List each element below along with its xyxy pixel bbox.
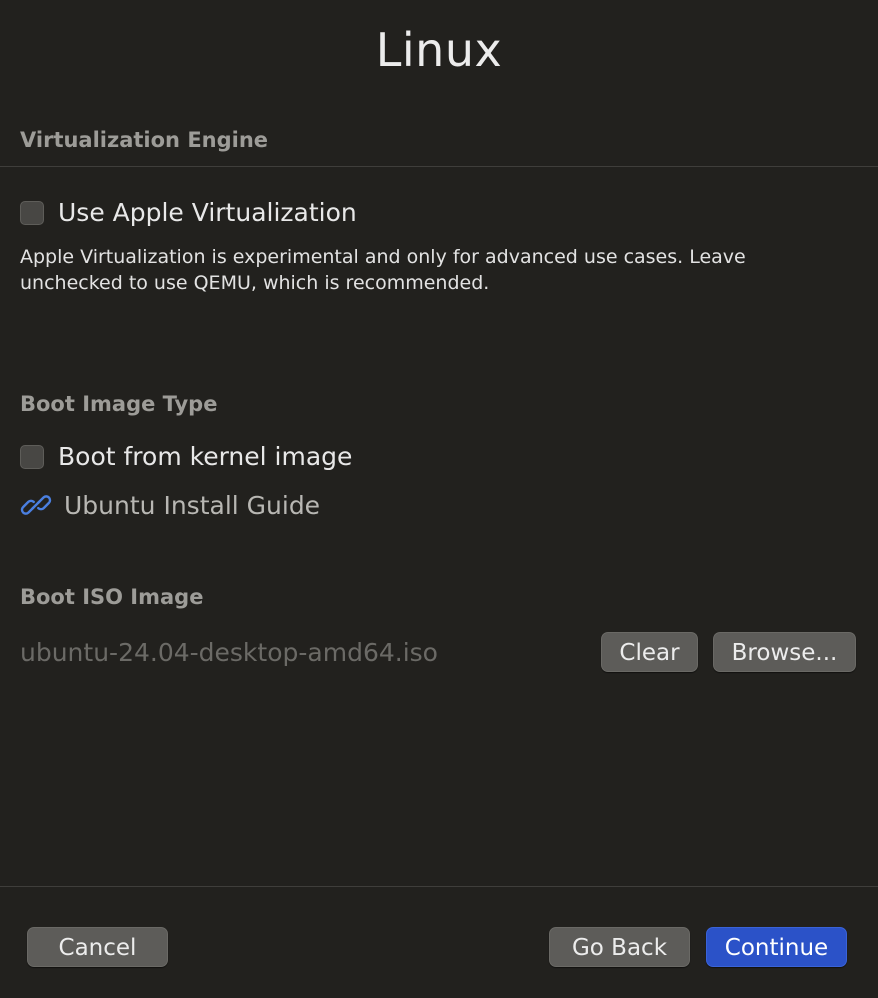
- ubuntu-guide-link[interactable]: Ubuntu Install Guide: [20, 488, 320, 522]
- apple-virtualization-checkbox[interactable]: [20, 201, 44, 225]
- kernel-image-checkbox[interactable]: [20, 445, 44, 469]
- go-back-button[interactable]: Go Back: [549, 927, 690, 967]
- ubuntu-guide-link-label[interactable]: Ubuntu Install Guide: [64, 491, 320, 520]
- cancel-button[interactable]: Cancel: [27, 927, 168, 967]
- clear-button[interactable]: Clear: [601, 632, 698, 672]
- browse-button[interactable]: Browse...: [713, 632, 856, 672]
- virtualization-engine-heading: Virtualization Engine: [20, 128, 269, 152]
- boot-iso-heading: Boot ISO Image: [20, 585, 204, 609]
- iso-file-name: ubuntu-24.04-desktop-amd64.iso: [20, 638, 438, 667]
- kernel-image-row[interactable]: Boot from kernel image: [20, 441, 352, 473]
- page-title: Linux: [375, 23, 503, 77]
- link-icon: [20, 489, 52, 521]
- apple-virtualization-label[interactable]: Use Apple Virtualization: [58, 197, 357, 229]
- apple-virtualization-row[interactable]: Use Apple Virtualization: [20, 197, 357, 229]
- continue-button[interactable]: Continue: [706, 927, 847, 967]
- boot-image-type-heading: Boot Image Type: [20, 392, 218, 416]
- footer-divider: [0, 886, 878, 887]
- virtualization-help-text: Apple Virtualization is experimental and…: [20, 246, 746, 294]
- kernel-image-label[interactable]: Boot from kernel image: [58, 441, 352, 473]
- section-divider: [0, 166, 878, 167]
